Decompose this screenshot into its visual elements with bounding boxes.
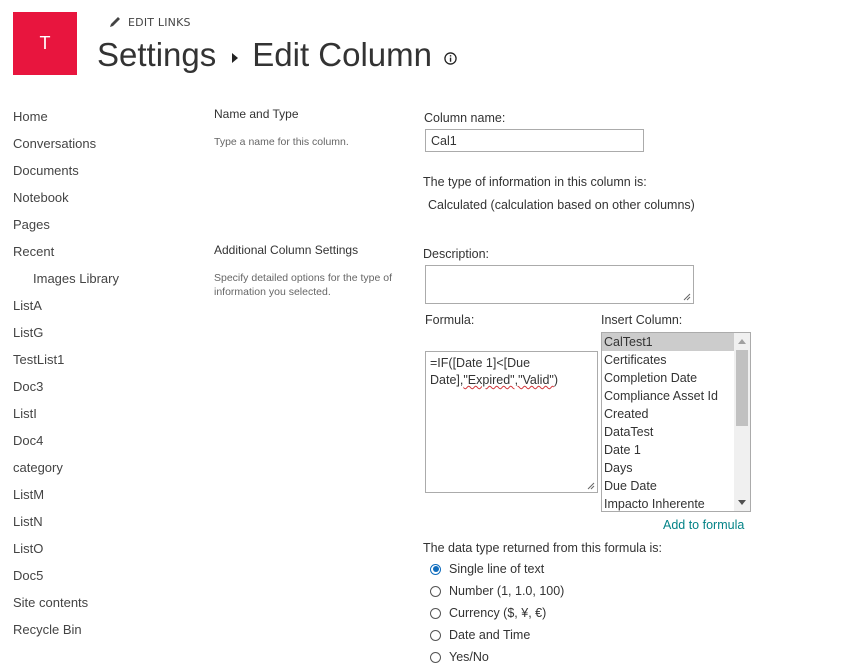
- sidebar-item[interactable]: Home: [13, 108, 119, 135]
- scroll-down-icon[interactable]: [738, 500, 746, 505]
- insert-column-option[interactable]: Created: [602, 405, 734, 423]
- breadcrumb-arrow-icon: [232, 53, 239, 63]
- sidebar-item[interactable]: Doc5: [13, 567, 119, 594]
- insert-column-listbox[interactable]: CalTest1 Certificates Completion Date Compl…: [601, 332, 751, 512]
- section-title-additional: Additional Column Settings: [214, 243, 359, 257]
- left-navigation: Home Conversations Documents Notebook Pages R…: [13, 108, 119, 648]
- breadcrumb-current: Edit Column: [252, 36, 432, 73]
- return-type-option-label: Yes/No: [449, 650, 489, 664]
- sidebar-item[interactable]: ListO: [13, 540, 119, 567]
- insert-column-option[interactable]: Due Date: [602, 477, 734, 495]
- return-type-option[interactable]: Date and Time: [430, 624, 564, 646]
- section-desc-additional: Specify detailed options for the type of…: [214, 272, 393, 298]
- sidebar-item[interactable]: Recycle Bin: [13, 621, 119, 648]
- sidebar-item[interactable]: ListG: [13, 324, 119, 351]
- radio-button[interactable]: [430, 629, 441, 641]
- resize-grip-icon[interactable]: [587, 482, 595, 490]
- return-type-option[interactable]: Currency ($, ¥, €): [430, 602, 564, 624]
- sidebar-item[interactable]: Notebook: [13, 189, 119, 216]
- sidebar-item[interactable]: ListI: [13, 405, 119, 432]
- return-type-option[interactable]: Single line of text: [430, 558, 564, 580]
- sidebar-item[interactable]: Conversations: [13, 135, 119, 162]
- sidebar-item[interactable]: ListN: [13, 513, 119, 540]
- scroll-up-icon[interactable]: [738, 339, 746, 344]
- column-name-input[interactable]: [425, 129, 644, 152]
- radio-button[interactable]: [430, 585, 441, 597]
- radio-button[interactable]: [430, 563, 441, 575]
- edit-links-label: EDIT LINKS: [128, 15, 191, 29]
- insert-column-option[interactable]: CalTest1: [602, 333, 734, 351]
- insert-column-option[interactable]: Days: [602, 459, 734, 477]
- sidebar-item[interactable]: Pages: [13, 216, 119, 243]
- pencil-icon: [110, 17, 120, 27]
- info-icon[interactable]: [444, 51, 457, 65]
- sidebar-item[interactable]: Images Library: [13, 270, 119, 297]
- formula-text-2: "Expired","Valid": [463, 373, 554, 387]
- column-name-label: Column name:: [424, 111, 506, 125]
- listbox-scrollbar[interactable]: [734, 333, 750, 511]
- breadcrumb-settings[interactable]: Settings: [97, 36, 216, 74]
- sidebar-item[interactable]: Doc4: [13, 432, 119, 459]
- sidebar-item[interactable]: ListA: [13, 297, 119, 324]
- formula-label: Formula:: [425, 313, 475, 327]
- sidebar-item[interactable]: category: [13, 459, 119, 486]
- sidebar-item[interactable]: Documents: [13, 162, 119, 189]
- formula-textarea[interactable]: =IF([Date 1]<[Due Date],"Expired","Valid…: [425, 351, 598, 493]
- insert-column-option[interactable]: Date 1: [602, 441, 734, 459]
- sidebar-item[interactable]: Site contents: [13, 594, 119, 621]
- insert-column-label: Insert Column:: [601, 313, 683, 327]
- site-logo[interactable]: T: [13, 12, 77, 75]
- type-info-label: The type of information in this column i…: [423, 175, 647, 189]
- return-type-option-label: Single line of text: [449, 562, 545, 576]
- sidebar-item[interactable]: Recent: [13, 243, 119, 270]
- return-type-label: The data type returned from this formula…: [423, 541, 662, 555]
- resize-grip-icon[interactable]: [683, 293, 691, 301]
- return-type-option-label: Number (1, 1.0, 100): [449, 584, 565, 598]
- formula-text-3: ): [553, 373, 559, 387]
- section-title-name-type: Name and Type: [214, 107, 299, 121]
- return-type-option-label: Date and Time: [449, 628, 531, 642]
- insert-column-option[interactable]: Compliance Asset Id: [602, 387, 734, 405]
- radio-button[interactable]: [430, 607, 441, 619]
- sidebar-item[interactable]: Doc3: [13, 378, 119, 405]
- insert-column-option[interactable]: Completion Date: [602, 369, 734, 387]
- return-type-option-label: Currency ($, ¥, €): [449, 606, 547, 620]
- sidebar-item[interactable]: TestList1: [13, 351, 119, 378]
- type-info-value: Calculated (calculation based on other c…: [428, 198, 695, 212]
- add-to-formula-link[interactable]: Add to formula: [663, 518, 744, 532]
- radio-button[interactable]: [430, 651, 441, 663]
- insert-column-option[interactable]: Impacto Inherente: [602, 495, 734, 511]
- sidebar-item[interactable]: ListM: [13, 486, 119, 513]
- scroll-thumb[interactable]: [736, 350, 748, 426]
- insert-column-option[interactable]: DataTest: [602, 423, 734, 441]
- edit-links-button[interactable]: EDIT LINKS: [108, 15, 191, 29]
- site-logo-letter: T: [39, 33, 51, 53]
- section-desc-name-type: Type a name for this column.: [214, 136, 349, 148]
- insert-column-option[interactable]: Certificates: [602, 351, 734, 369]
- return-type-radio-group: Single line of text Number (1, 1.0, 100) C…: [430, 558, 564, 668]
- description-label: Description:: [423, 247, 489, 261]
- page-title: Settings Edit Column: [97, 36, 457, 74]
- description-textarea[interactable]: [425, 265, 694, 304]
- return-type-option[interactable]: Number (1, 1.0, 100): [430, 580, 564, 602]
